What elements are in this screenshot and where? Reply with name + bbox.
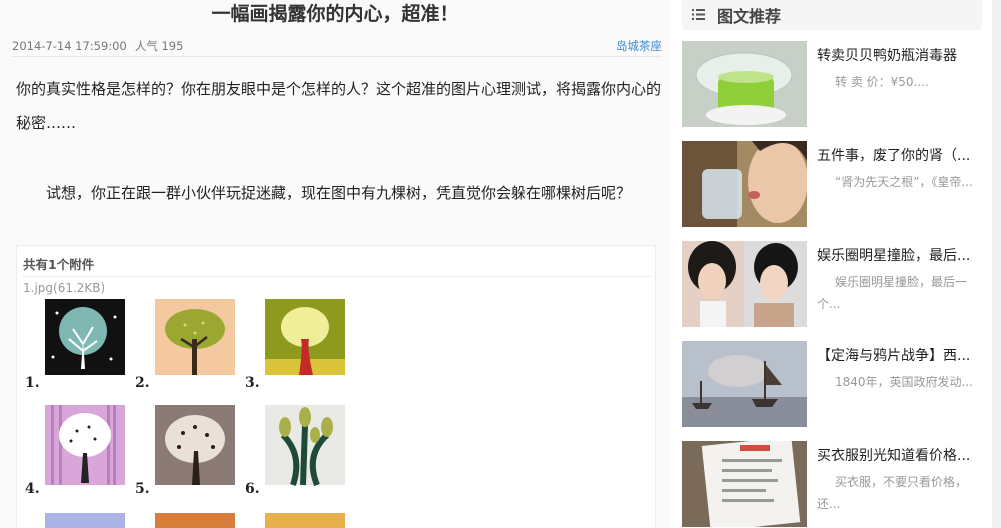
- attachment-box: 共有1个附件 1.jpg(61.2KB) 1. 2. 3. 4. 5. 6.: [16, 245, 656, 528]
- tile-number: 5.: [135, 481, 150, 497]
- drinking-water-thumbnail: [682, 141, 807, 227]
- recommend-thumbnail[interactable]: [682, 341, 807, 427]
- list-icon: [692, 9, 705, 20]
- celebrity-faces-thumbnail: [682, 241, 807, 327]
- article-panel: 一幅画揭露你的内心，超准！ 2014-7-14 17:59:00 人气 195 岛…: [0, 0, 670, 528]
- tree-tile-6: 6.: [243, 405, 353, 499]
- article-meta: 2014-7-14 17:59:00 人气 195 岛城茶座: [12, 38, 662, 54]
- tile-number: 1.: [25, 375, 40, 391]
- article-source-link[interactable]: 岛城茶座: [616, 38, 662, 54]
- attachment-divider: [23, 276, 651, 277]
- article-date: 2014-7-14 17:59:00: [12, 39, 127, 53]
- recommend-title[interactable]: 买衣服别光知道看价格...: [817, 447, 982, 465]
- tree-tile-5: 5.: [133, 405, 243, 499]
- recommend-desc: 转 卖 价：¥50....: [835, 75, 929, 89]
- recommend-title[interactable]: 【定海与鸦片战争】西...: [817, 347, 982, 365]
- article-title: 一幅画揭露你的内心，超准！: [211, 3, 459, 25]
- recommend-title[interactable]: 五件事，废了你的肾（...: [817, 147, 982, 165]
- recommend-desc: 娱乐圈明星撞脸，最后一个...: [817, 275, 968, 311]
- recommend-item[interactable]: 【定海与鸦片战争】西... 1840年，英国政府发动...: [682, 341, 982, 427]
- tile-number: 4.: [25, 481, 40, 497]
- recommend-title[interactable]: 转卖贝贝鸭奶瓶消毒器: [817, 47, 982, 65]
- meta-divider: [12, 56, 662, 57]
- sidebar-header: 图文推荐: [682, 0, 982, 30]
- tile-number: 3.: [245, 375, 260, 391]
- ships-painting-thumbnail: [682, 341, 807, 427]
- tree-tile-2: 2.: [133, 299, 243, 393]
- tree-tile-9-partial: [265, 513, 345, 528]
- tree-test-image[interactable]: 1. 2. 3. 4. 5. 6.: [23, 299, 353, 528]
- recommend-thumbnail[interactable]: [682, 241, 807, 327]
- recommend-item[interactable]: 转卖贝贝鸭奶瓶消毒器 转 卖 价：¥50....: [682, 41, 982, 127]
- attachment-file-link[interactable]: 1.jpg(61.2KB): [23, 281, 105, 295]
- article-paragraph-1: 你的真实性格是怎样的？你在朋友眼中是个怎样的人？这个超准的图片心理测试，将揭露你…: [16, 80, 662, 132]
- recommend-item[interactable]: 五件事，废了你的肾（... “肾为先天之根”，《皇帝...: [682, 141, 982, 227]
- article-paragraph-2: 试想，你正在跟一群小伙伴玩捉迷藏，现在图中有九棵树，凭直觉你会躲在哪棵树后呢？: [46, 184, 632, 202]
- recommend-desc: 1840年，英国政府发动...: [835, 375, 973, 389]
- tree-tile-3: 3.: [243, 299, 353, 393]
- recommend-item[interactable]: 娱乐圈明星撞脸，最后... 娱乐圈明星撞脸，最后一个...: [682, 241, 982, 327]
- sterilizer-thumbnail: [682, 41, 807, 127]
- recommend-desc: 买衣服，不要只看价格，还...: [817, 475, 968, 511]
- tile-number: 2.: [135, 375, 150, 391]
- tree-tile-8-partial: [155, 513, 235, 528]
- recommend-thumbnail[interactable]: [682, 441, 807, 527]
- article-views: 人气 195: [134, 39, 184, 53]
- recommend-sidebar: 图文推荐 转卖贝贝鸭奶瓶消毒器 转 卖 价：¥50.... 五件事，废了你的肾（…: [682, 0, 982, 528]
- tile-number: 6.: [245, 481, 260, 497]
- clothing-tag-thumbnail: [682, 441, 807, 527]
- recommend-thumbnail[interactable]: [682, 41, 807, 127]
- sidebar-title: 图文推荐: [717, 7, 782, 26]
- recommend-item[interactable]: 买衣服别光知道看价格... 买衣服，不要只看价格，还...: [682, 441, 982, 527]
- tree-tile-1: 1.: [23, 299, 133, 393]
- tree-tile-7-partial: [45, 513, 125, 528]
- recommend-desc: “肾为先天之根”，《皇帝...: [835, 175, 973, 189]
- recommend-thumbnail[interactable]: [682, 141, 807, 227]
- recommend-title[interactable]: 娱乐圈明星撞脸，最后...: [817, 247, 982, 265]
- attachment-header: 共有1个附件: [23, 257, 95, 272]
- page-scrollbar[interactable]: [992, 0, 1001, 528]
- tree-tile-4: 4.: [23, 405, 133, 499]
